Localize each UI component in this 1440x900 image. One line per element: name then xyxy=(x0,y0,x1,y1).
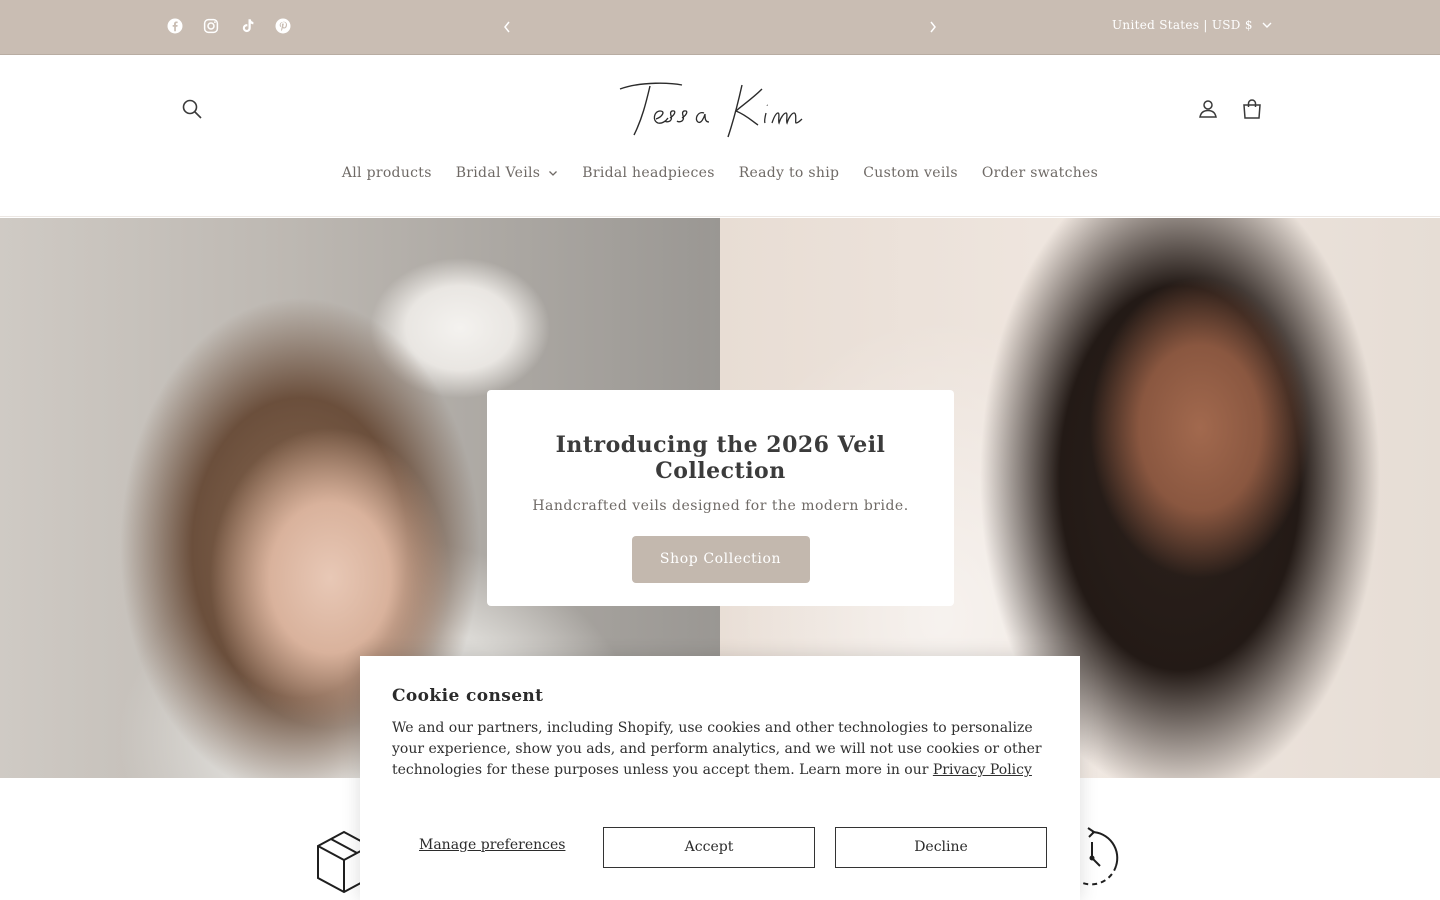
announcement-next-button[interactable] xyxy=(923,17,943,37)
account-icon[interactable] xyxy=(1196,97,1220,121)
tiktok-icon[interactable] xyxy=(238,17,256,35)
nav-bridal-headpieces[interactable]: Bridal headpieces xyxy=(582,165,714,181)
hero-subtitle: Handcrafted veils designed for the moder… xyxy=(532,498,909,514)
hero-card: Introducing the 2026 Veil Collection Han… xyxy=(487,390,954,606)
cookie-actions: Manage preferences Accept Decline xyxy=(392,827,1048,868)
accept-button[interactable]: Accept xyxy=(603,827,815,868)
search-icon[interactable] xyxy=(180,97,204,121)
chevron-down-icon xyxy=(1262,22,1272,28)
cart-icon[interactable] xyxy=(1240,97,1264,121)
nav-all-products[interactable]: All products xyxy=(342,165,432,181)
cookie-text: We and our partners, including Shopify, … xyxy=(392,718,1048,781)
nav-bridal-veils-label: Bridal Veils xyxy=(455,165,541,181)
pinterest-icon[interactable] xyxy=(274,17,292,35)
main-nav: All products Bridal Veils Bridal headpie… xyxy=(0,165,1440,181)
nav-order-swatches[interactable]: Order swatches xyxy=(982,165,1098,181)
chevron-down-icon xyxy=(549,170,558,176)
announcement-prev-button[interactable] xyxy=(497,17,517,37)
privacy-policy-link[interactable]: Privacy Policy xyxy=(933,762,1032,778)
nav-ready-to-ship[interactable]: Ready to ship xyxy=(739,165,840,181)
shop-collection-button[interactable]: Shop Collection xyxy=(631,536,810,583)
hero-title: Introducing the 2026 Veil Collection xyxy=(555,432,886,484)
chevron-right-icon xyxy=(930,21,936,33)
facebook-icon[interactable] xyxy=(166,17,184,35)
manage-preferences-link[interactable]: Manage preferences xyxy=(419,837,565,853)
logo[interactable] xyxy=(612,75,828,143)
site-header: All products Bridal Veils Bridal headpie… xyxy=(0,55,1440,217)
announcement-bar: United States | USD $ xyxy=(0,0,1440,55)
social-links xyxy=(166,17,292,35)
decline-button[interactable]: Decline xyxy=(835,827,1047,868)
locale-selector[interactable]: United States | USD $ xyxy=(1112,18,1273,32)
chevron-left-icon xyxy=(504,21,510,33)
cookie-title: Cookie consent xyxy=(392,686,544,706)
instagram-icon[interactable] xyxy=(202,17,220,35)
cookie-consent-dialog: Cookie consent We and our partners, incl… xyxy=(360,656,1080,900)
locale-label: United States | USD $ xyxy=(1112,18,1253,32)
nav-bridal-veils[interactable]: Bridal Veils xyxy=(456,165,559,181)
nav-custom-veils[interactable]: Custom veils xyxy=(863,165,958,181)
